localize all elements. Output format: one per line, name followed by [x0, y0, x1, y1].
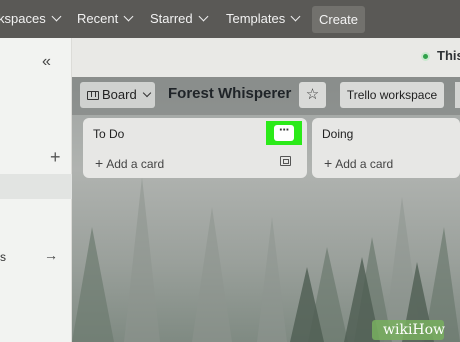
- list-title-doing[interactable]: Doing: [322, 127, 353, 141]
- nav-starred-label: Starred: [150, 11, 193, 26]
- watermark: wikiHow: [372, 316, 460, 342]
- sidebar-item-label[interactable]: s: [0, 250, 6, 264]
- chevron-down-icon: [142, 88, 151, 98]
- plus-icon: +: [95, 155, 104, 171]
- watermark-text: wikiHow: [383, 322, 446, 338]
- workspace-button[interactable]: Trello workspace: [340, 82, 444, 108]
- star-icon[interactable]: ☆: [299, 82, 326, 108]
- top-nav: kspaces Recent Starred Templates Create: [0, 0, 460, 38]
- status-notice: This: [421, 48, 460, 64]
- chevron-down-icon: [51, 11, 62, 22]
- board-background-image: [72, 77, 460, 342]
- card-template-icon[interactable]: [280, 156, 291, 166]
- list-menu-button[interactable]: ···: [266, 121, 302, 145]
- chevron-down-icon: [290, 11, 301, 22]
- more-dots-icon[interactable]: ···: [274, 123, 294, 141]
- nav-templates-label: Templates: [226, 11, 286, 26]
- status-dot-icon: [421, 52, 430, 61]
- nav-recent[interactable]: Recent: [77, 0, 134, 38]
- collapse-sidebar-icon[interactable]: «: [42, 53, 51, 71]
- board-title[interactable]: Forest Whisperer: [168, 85, 291, 102]
- nav-workspaces-label: kspaces: [0, 11, 46, 26]
- nav-workspaces[interactable]: kspaces: [0, 0, 62, 38]
- board-view-button[interactable]: Board: [80, 82, 155, 108]
- next-header-button[interactable]: [455, 82, 460, 108]
- plus-icon: +: [324, 155, 333, 171]
- nav-recent-label: Recent: [77, 11, 119, 26]
- status-text: This: [437, 48, 460, 63]
- sidebar-item-active[interactable]: [0, 174, 72, 199]
- add-board-plus-icon[interactable]: +: [50, 147, 61, 168]
- add-card-label: Add a card: [106, 157, 165, 171]
- create-button[interactable]: Create: [312, 6, 365, 33]
- add-card-button-todo[interactable]: + Add a card: [95, 155, 164, 171]
- chevron-down-icon: [123, 11, 134, 22]
- board-icon: [87, 91, 99, 100]
- add-card-label: Add a card: [335, 157, 394, 171]
- nav-starred[interactable]: Starred: [150, 0, 209, 38]
- add-card-button-doing[interactable]: + Add a card: [324, 155, 393, 171]
- list-title-todo[interactable]: To Do: [93, 127, 124, 141]
- arrow-right-icon[interactable]: →: [44, 247, 58, 263]
- forest-illustration: [72, 177, 460, 342]
- sub-header: [72, 38, 460, 77]
- board-view-label: Board: [102, 87, 137, 102]
- chevron-down-icon: [198, 11, 209, 22]
- nav-templates[interactable]: Templates: [226, 0, 301, 38]
